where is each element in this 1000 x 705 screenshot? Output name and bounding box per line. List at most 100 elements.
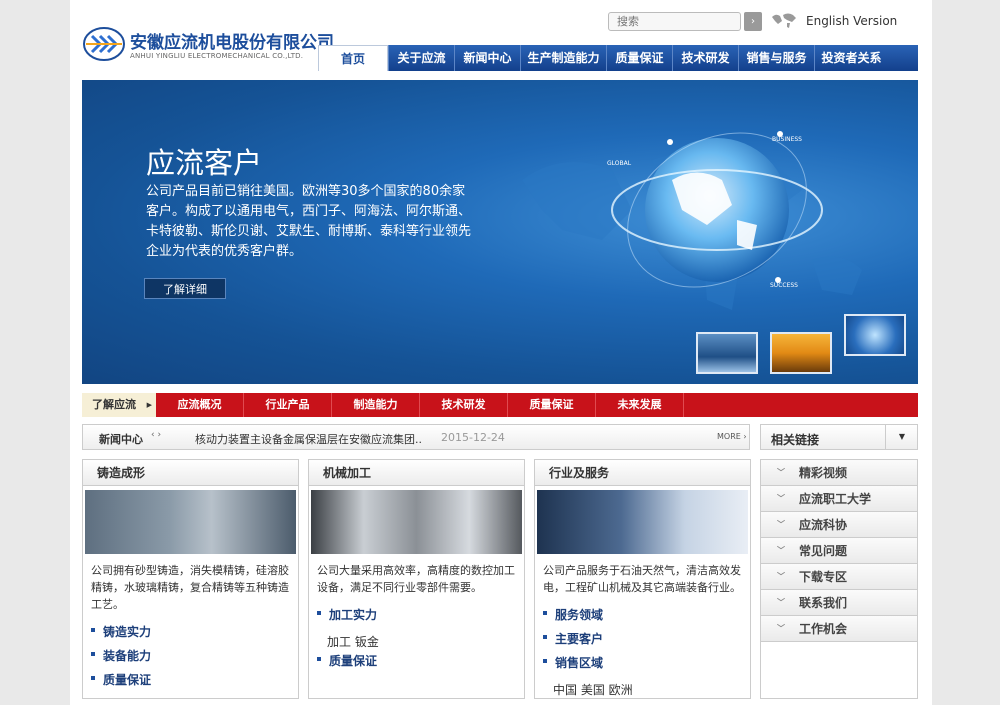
- sidebar-item-label: 应流科协: [799, 518, 848, 532]
- banner-thumb-ship[interactable]: [696, 332, 758, 374]
- link-text: 加工实力: [329, 608, 378, 622]
- about-yingliu-label: 了解应流 ▶: [82, 393, 156, 417]
- chevron-down-icon: ﹀: [777, 598, 785, 607]
- casting-panel: 铸造成形 公司拥有砂型铸造，消失模精铸，硅溶胶精铸，水玻璃精铸，复合精铸等五种铸…: [82, 459, 299, 699]
- sidebar-item-label: 联系我们: [799, 596, 848, 610]
- regions-list: 中国 美国 欧洲: [553, 683, 633, 697]
- link-text: 铸造实力: [103, 625, 152, 639]
- link-text: 质量保证: [329, 654, 378, 668]
- globe-label-global: GLOBAL: [607, 160, 632, 167]
- sidebar-menu: ﹀ 精彩视频 ﹀ 应流职工大学 ﹀ 应流科协 ﹀ 常见问题 ﹀ 下载专区 ﹀ 联系我们 ﹀ 工…: [760, 459, 918, 699]
- industry-panel: 行业及服务 公司产品服务于石油天然气，清洁高效发电，工程矿山机械及其它高端装备行…: [534, 459, 751, 699]
- link-main-customers[interactable]: 主要客户: [535, 630, 750, 647]
- bullet-icon: [543, 659, 547, 663]
- machining-image: [311, 490, 522, 554]
- tab-products[interactable]: 行业产品: [244, 393, 332, 417]
- news-date: 2015-12-24: [441, 431, 505, 444]
- panel-desc: 公司拥有砂型铸造，消失模精铸，硅溶胶精铸，水玻璃精铸，复合精铸等五种铸造工艺。: [91, 564, 289, 611]
- news-ticker: 新闻中心 ‹ › 核动力装置主设备金属保温层在安徽应流集团.. 2015-12-…: [82, 424, 750, 450]
- chevron-down-icon: ﹀: [777, 494, 785, 503]
- panel-title: 铸造成形: [83, 460, 298, 486]
- sidebar-item-downloads[interactable]: ﹀ 下载专区: [761, 564, 917, 590]
- related-links-select[interactable]: 相关链接 ▼: [760, 424, 918, 450]
- bullet-icon: [91, 652, 95, 656]
- learn-more-button[interactable]: 了解详细: [144, 278, 226, 299]
- nav-sales[interactable]: 销售与服务: [738, 45, 814, 71]
- about-yingliu-text: 了解应流: [92, 398, 136, 411]
- chevron-down-icon: ﹀: [777, 520, 785, 529]
- triangle-right-icon: ▶: [146, 401, 152, 409]
- related-links-title: 相关链接: [771, 433, 820, 447]
- banner-thumb-globe[interactable]: [844, 314, 906, 356]
- link-sales-regions[interactable]: 销售区域: [535, 654, 750, 671]
- search-input[interactable]: [608, 12, 741, 31]
- nav-investors[interactable]: 投资者关系: [814, 45, 888, 71]
- about-tab-bar: 了解应流 ▶ 应流概况 行业产品 制造能力 技术研发 质量保证 未来发展: [82, 393, 918, 417]
- nav-about[interactable]: 关于应流: [388, 45, 454, 71]
- link-service-areas[interactable]: 服务领域: [535, 606, 750, 623]
- sidebar-item-label: 应流职工大学: [799, 492, 872, 506]
- globe-label-success: SUCCESS: [770, 282, 798, 289]
- link-text: 质量保证: [103, 673, 152, 687]
- nav-home[interactable]: 首页: [318, 45, 388, 71]
- tab-rnd[interactable]: 技术研发: [420, 393, 508, 417]
- bullet-icon: [317, 657, 321, 661]
- language-switch-link[interactable]: English Version: [806, 14, 897, 28]
- company-logo[interactable]: 安徽应流机电股份有限公司 ANHUI YINGLIU ELECTROMECHAN…: [82, 24, 334, 68]
- link-quality[interactable]: 质量保证: [83, 671, 298, 688]
- nav-news[interactable]: 新闻中心: [454, 45, 520, 71]
- tab-capability[interactable]: 制造能力: [332, 393, 420, 417]
- sidebar-item-label: 工作机会: [799, 622, 848, 636]
- panel-title: 机械加工: [309, 460, 524, 486]
- banner-text: 公司产品目前已销往美国。欧洲等30多个国家的80余家客户。构成了以通用电气，西门…: [146, 184, 472, 259]
- company-name-cn: 安徽应流机电股份有限公司: [130, 33, 334, 53]
- link-text: 主要客户: [555, 632, 604, 646]
- sidebar-item-label: 下载专区: [799, 570, 848, 584]
- chevron-down-icon: ﹀: [777, 546, 785, 555]
- main-nav: 首页 关于应流 新闻中心 生产制造能力 质量保证 技术研发 销售与服务 投资者关…: [318, 45, 918, 71]
- search-button[interactable]: ›: [744, 12, 762, 31]
- news-label[interactable]: 新闻中心: [99, 431, 143, 447]
- bullet-icon: [317, 611, 321, 615]
- sidebar-item-faq[interactable]: ﹀ 常见问题: [761, 538, 917, 564]
- nav-quality[interactable]: 质量保证: [606, 45, 672, 71]
- nav-manufacturing[interactable]: 生产制造能力: [520, 45, 606, 71]
- panel-desc: 公司产品服务于石油天然气，清洁高效发电，工程矿山机械及其它高端装备行业。: [543, 564, 741, 594]
- banner-title: 应流客户: [146, 146, 263, 180]
- panel-title: 行业及服务: [535, 460, 750, 486]
- banner-thumb-oil-rig[interactable]: [770, 332, 832, 374]
- sidebar-item-contact[interactable]: ﹀ 联系我们: [761, 590, 917, 616]
- tab-overview[interactable]: 应流概况: [156, 393, 244, 417]
- link-casting-strength[interactable]: 铸造实力: [83, 623, 298, 640]
- sidebar-item-science[interactable]: ﹀ 应流科协: [761, 512, 917, 538]
- chevron-down-icon: ﹀: [777, 572, 785, 581]
- panel-desc: 公司大量采用高效率，高精度的数控加工设备，满足不同行业零部件需要。: [317, 564, 515, 594]
- news-more-link[interactable]: MORE ›: [717, 432, 747, 441]
- link-equipment[interactable]: 装备能力: [83, 647, 298, 664]
- link-machining-strength[interactable]: 加工实力: [309, 606, 524, 623]
- link-text: 装备能力: [103, 649, 152, 663]
- chevron-down-icon: ﹀: [777, 468, 785, 477]
- tab-future[interactable]: 未来发展: [596, 393, 684, 417]
- nav-rnd[interactable]: 技术研发: [672, 45, 738, 71]
- company-name-en: ANHUI YINGLIU ELECTROMECHANICAL CO.,LTD.: [130, 52, 304, 60]
- link-quality[interactable]: 质量保证: [309, 652, 524, 669]
- dropdown-arrow-icon[interactable]: ▼: [885, 425, 918, 449]
- bullet-icon: [91, 628, 95, 632]
- link-text: 服务领域: [555, 608, 604, 622]
- machining-types: 加工 钣金: [327, 635, 379, 649]
- sidebar-item-university[interactable]: ﹀ 应流职工大学: [761, 486, 917, 512]
- handshake-image: [537, 490, 748, 554]
- chevron-down-icon: ﹀: [777, 624, 785, 633]
- sidebar-item-label: 常见问题: [799, 544, 848, 558]
- news-nav-arrows[interactable]: ‹ ›: [151, 430, 161, 440]
- tab-quality[interactable]: 质量保证: [508, 393, 596, 417]
- bullet-icon: [91, 676, 95, 680]
- machining-panel: 机械加工 公司大量采用高效率，高精度的数控加工设备，满足不同行业零部件需要。 加…: [308, 459, 525, 699]
- hero-banner: 应流客户 公司产品目前已销往美国。欧洲等30多个国家的80余家客户。构成了以通用…: [82, 80, 918, 384]
- sidebar-item-jobs[interactable]: ﹀ 工作机会: [761, 616, 917, 642]
- sidebar-item-videos[interactable]: ﹀ 精彩视频: [761, 460, 917, 486]
- world-map-icon: [772, 13, 796, 28]
- news-headline-link[interactable]: 核动力装置主设备金属保温层在安徽应流集团..: [195, 431, 422, 447]
- bullet-icon: [543, 635, 547, 639]
